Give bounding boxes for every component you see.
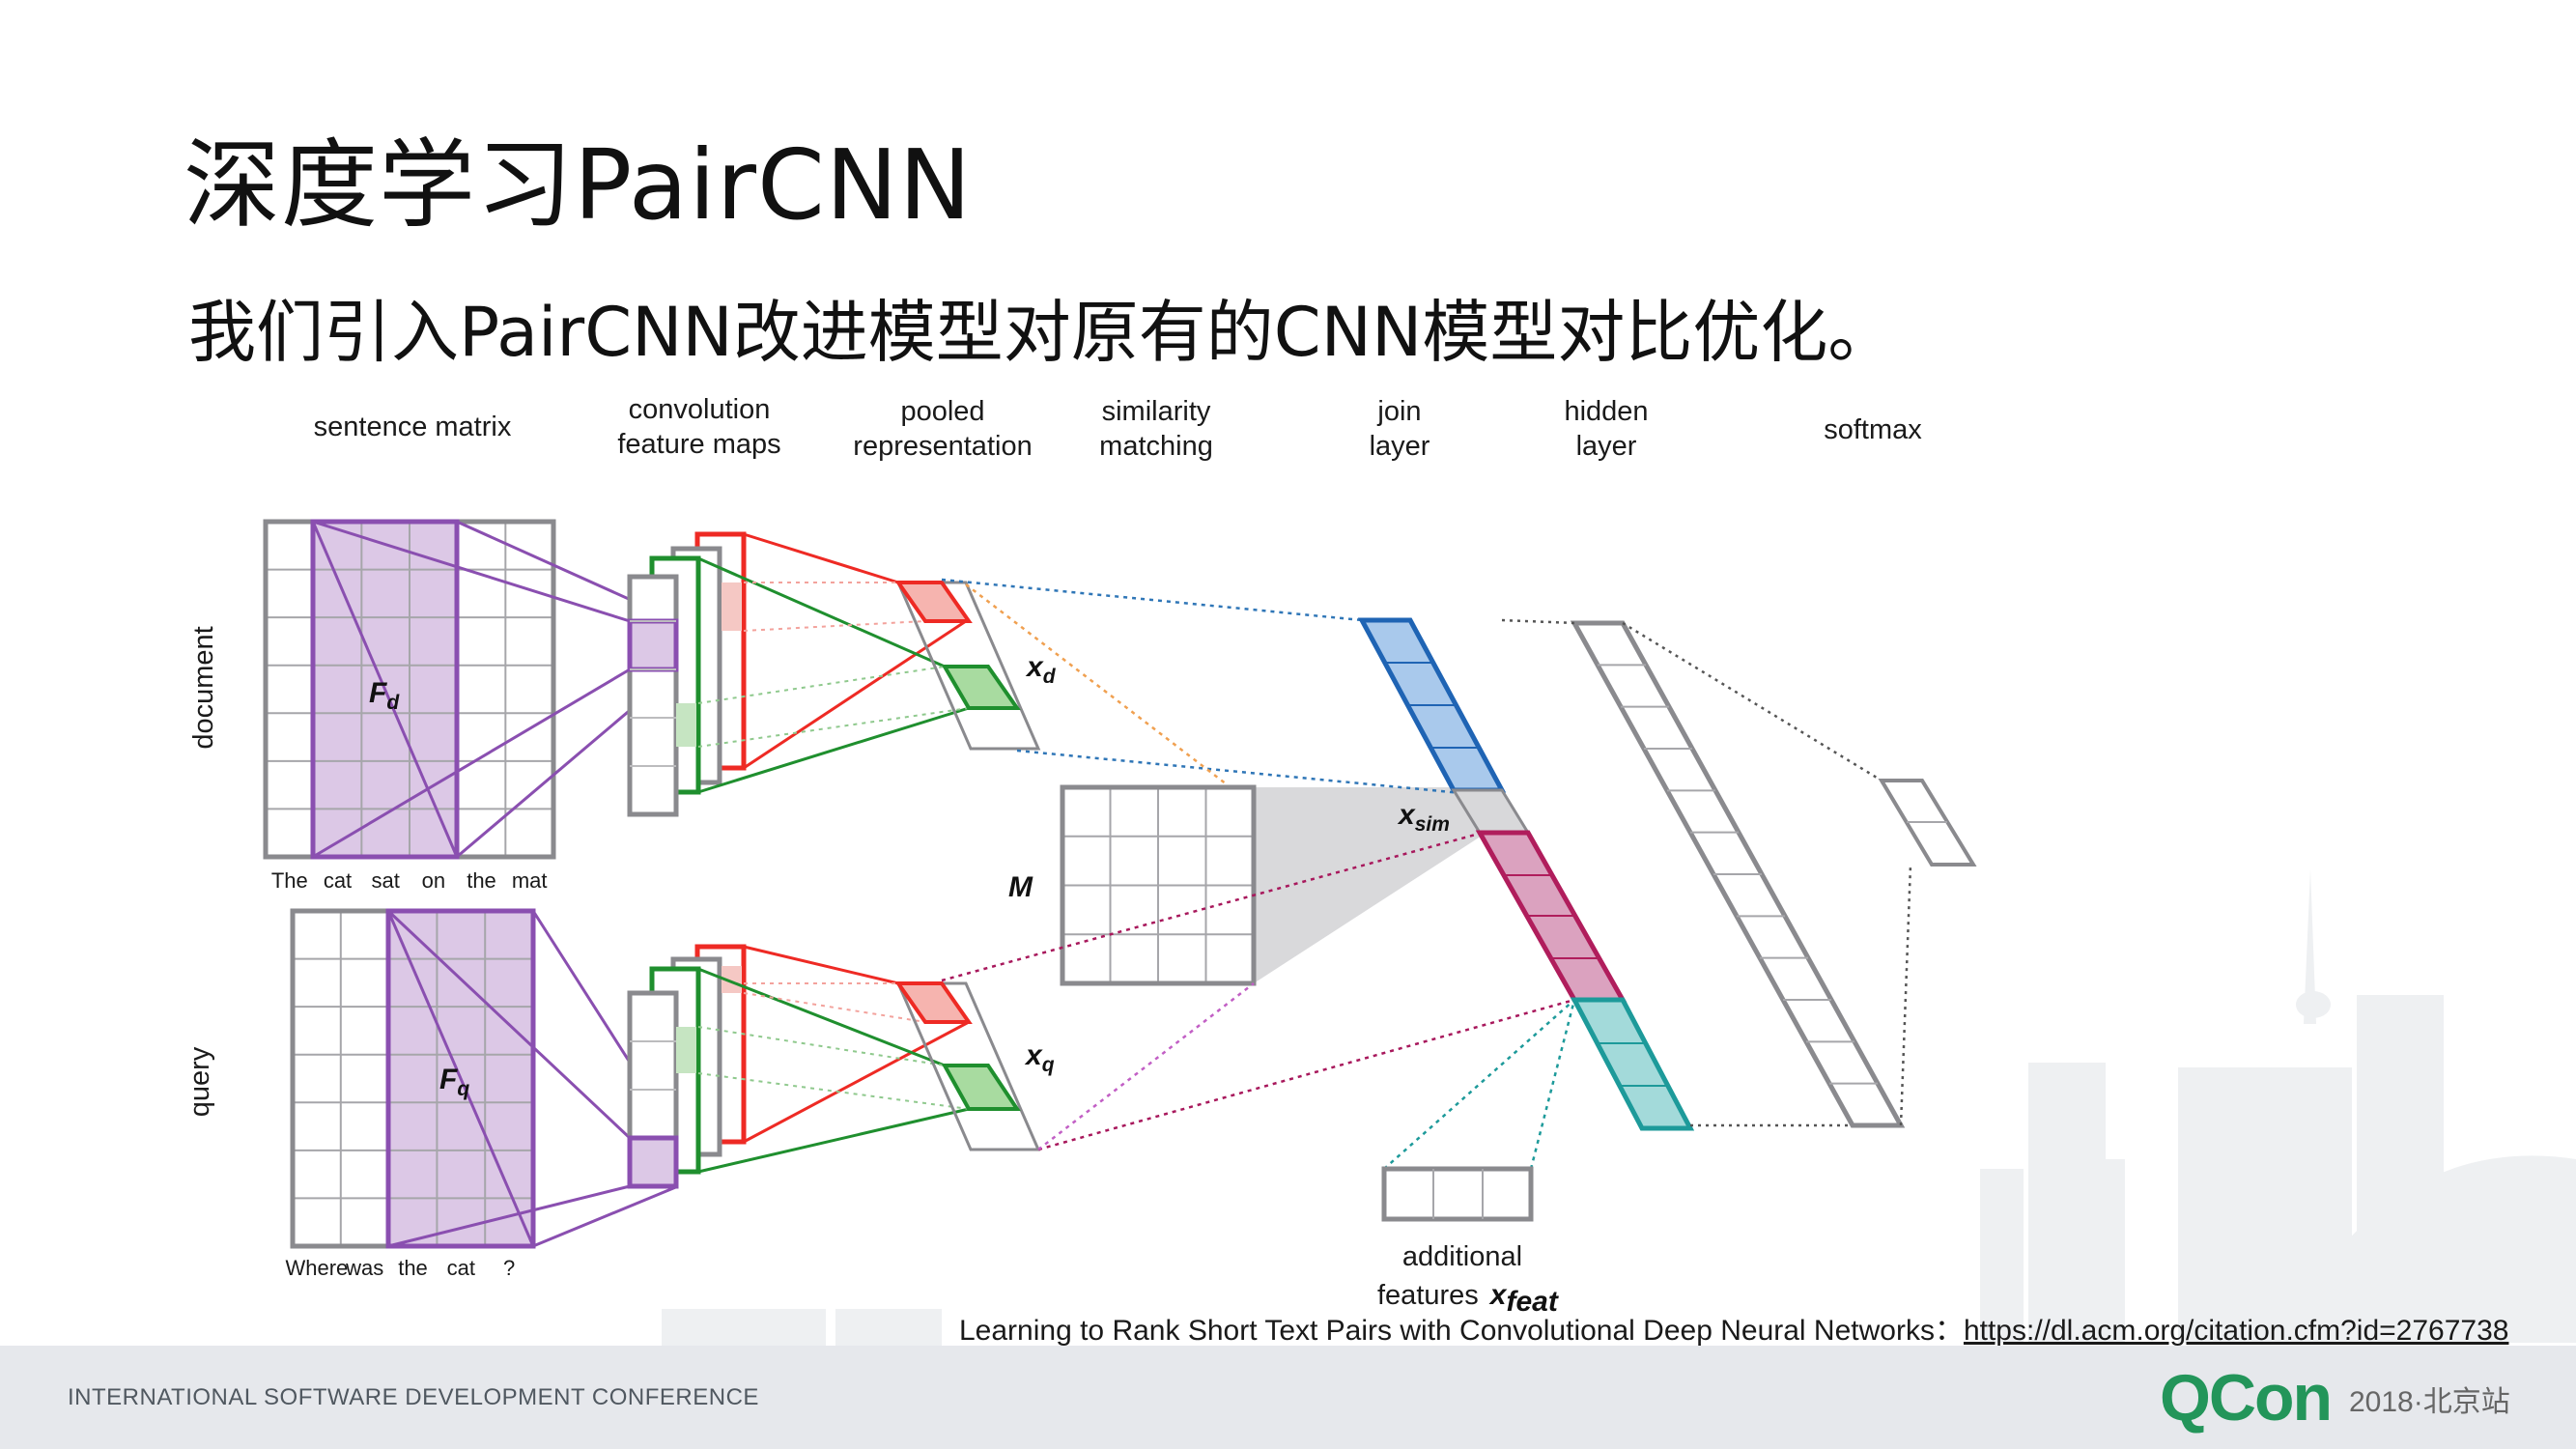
symbol-xd: xd [1025, 651, 1057, 688]
label-hidden: hidden [1564, 396, 1648, 427]
document-word: The [271, 868, 308, 893]
label-matching: matching [1099, 431, 1213, 462]
conference-name: INTERNATIONAL SOFTWARE DEVELOPMENT CONFE… [68, 1384, 759, 1410]
query-feature-maps [627, 944, 747, 1189]
label-representation: representation [853, 431, 1032, 462]
document-word: on [422, 868, 445, 893]
softmax-layer [1878, 779, 1977, 867]
document-word: cat [324, 868, 352, 893]
query-word: was [345, 1256, 383, 1280]
label-similarity: similarity [1102, 396, 1211, 427]
document-feature-maps [627, 531, 747, 817]
label-additional: additional [1402, 1241, 1522, 1272]
citation: Learning to Rank Short Text Pairs with C… [959, 1306, 2508, 1349]
label-convolution: convolution [629, 394, 771, 425]
label-join-layer: layer [1370, 431, 1430, 462]
query-sentence-matrix [290, 908, 536, 1249]
label-document: document [188, 626, 219, 749]
citation-link[interactable]: https://dl.acm.org/citation.cfm?id=27677… [1964, 1315, 2509, 1347]
query-word: the [398, 1256, 428, 1280]
skyline-decoration [662, 869, 2576, 1348]
document-sentence-matrix [263, 519, 556, 860]
qcon-logo: QCon [2160, 1361, 2333, 1435]
pooled-representation-query [894, 981, 1041, 1151]
query-word: ? [503, 1256, 515, 1280]
query-word: Where [286, 1256, 349, 1280]
additional-features-box [1381, 1166, 1534, 1222]
query-words: Wherewas the cat? [286, 1256, 516, 1280]
similarity-projection [1254, 787, 1492, 983]
qcon-edition: 2018·北京站 [2349, 1386, 2510, 1418]
document-words: The cat sat on the mat [271, 868, 548, 893]
citation-text: Learning to Rank Short Text Pairs with C… [959, 1315, 1964, 1347]
symbol-xq: xq [1024, 1039, 1055, 1076]
symbol-m: M [1008, 871, 1033, 903]
label-sentence-matrix: sentence matrix [314, 412, 512, 442]
document-word: the [467, 868, 496, 893]
similarity-matrix [1060, 784, 1257, 986]
document-word: mat [512, 868, 548, 893]
paircnn-diagram: sentence matrix convolution feature maps… [184, 394, 2576, 1348]
label-pooled: pooled [900, 396, 984, 427]
query-word: cat [447, 1256, 475, 1280]
label-hidden-layer: layer [1576, 431, 1637, 462]
label-feature-maps: feature maps [617, 429, 780, 460]
document-word: sat [371, 868, 399, 893]
label-softmax: softmax [1824, 414, 1922, 445]
label-join: join [1376, 396, 1421, 427]
label-query: query [184, 1046, 215, 1117]
